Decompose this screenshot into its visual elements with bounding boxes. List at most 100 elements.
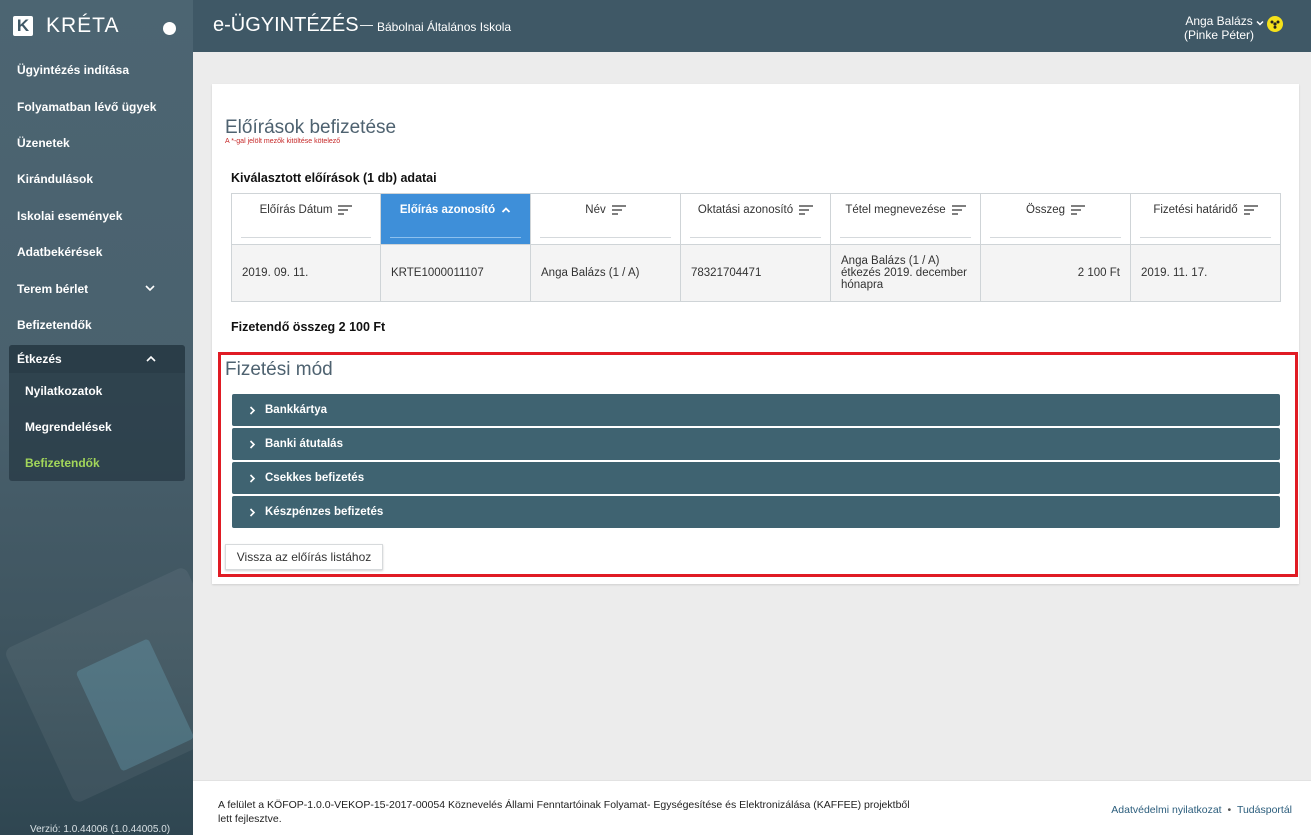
footer-link-separator: •: [1227, 804, 1232, 816]
column-filter-input[interactable]: [690, 237, 821, 238]
required-fields-note: A *-gal jelölt mezők kitöltése kötelező: [225, 138, 341, 145]
cell-name: Anga Balázs (1 / A): [530, 244, 681, 302]
filter-lines-icon[interactable]: [1243, 205, 1258, 215]
sidebar-group-header-catering[interactable]: Étkezés: [9, 345, 185, 374]
column-label: Név: [585, 204, 606, 216]
user-sub-name: (Pinke Péter): [1184, 28, 1255, 42]
sidebar-item-new-case[interactable]: Ügyintézés indítása: [0, 52, 193, 88]
column-filter-input[interactable]: [241, 237, 371, 238]
total-label: Fizetendő összeg: [231, 320, 336, 334]
chevron-right-icon: [248, 507, 257, 517]
sidebar-nav: Ügyintézés indítása Folyamatban lévő ügy…: [0, 52, 193, 482]
column-filter-input[interactable]: [990, 237, 1121, 238]
column-header-amount[interactable]: Összeg: [980, 193, 1131, 245]
sidebar-item-room-rental[interactable]: Terem bérlet: [0, 270, 193, 306]
sidebar-item-label: Iskolai események: [17, 208, 123, 223]
cell-deadline: 2019. 11. 17.: [1130, 244, 1281, 302]
brand[interactable]: K KRÉTA: [0, 0, 193, 52]
version-text: Verzió: 1.0.44006 (1.0.44005.0): [30, 824, 171, 835]
page-title: Előírások befizetése: [225, 117, 397, 138]
sidebar: K KRÉTA Ügyintézés indítása Folyamatban …: [0, 0, 193, 835]
column-filter-input[interactable]: [390, 237, 521, 238]
column-label: Tétel megnevezése: [845, 204, 946, 216]
sidebar-group-label: Étkezés: [17, 352, 62, 367]
column-header-name[interactable]: Név: [530, 193, 681, 245]
filter-lines-icon[interactable]: [1071, 205, 1085, 215]
school-name: Bábolnai Általános Iskola: [377, 20, 512, 34]
sidebar-subitem-payables[interactable]: Befizetendők: [9, 445, 185, 481]
sidebar-item-label: Befizetendők: [17, 317, 92, 332]
column-filter-input[interactable]: [840, 237, 971, 238]
column-label: Összeg: [1026, 204, 1065, 216]
sidebar-item-label: Adatbekérések: [17, 245, 103, 260]
table-row[interactable]: 2019. 09. 11. KRTE1000011107 Anga Balázs…: [231, 244, 1281, 302]
cell-edu-id: 78321704471: [680, 244, 831, 302]
sidebar-subitem-declarations[interactable]: Nyilatkozatok: [9, 373, 185, 409]
sidebar-item-label: Folyamatban lévő ügyek: [17, 99, 157, 114]
column-header-id[interactable]: Előírás azonosító: [380, 193, 531, 245]
sidebar-subitem-label: Nyilatkozatok: [25, 384, 103, 399]
privacy-link[interactable]: Adatvédelmi nyilatkozat: [1111, 804, 1221, 816]
sidebar-item-label: Kirándulások: [17, 172, 94, 187]
column-label: Előírás Dátum: [259, 204, 333, 216]
cell-amount: 2 100 Ft: [980, 244, 1131, 302]
sidebar-item-label: Ügyintézés indítása: [17, 63, 130, 78]
sidebar-toggle-icon[interactable]: [163, 22, 176, 35]
user-menu[interactable]: Anga Balázs (Pinke Péter): [1184, 14, 1254, 42]
column-header-deadline[interactable]: Fizetési határidő: [1130, 193, 1281, 245]
top-header: e-ÜGYINTÉZÉS — Bábolnai Általános Iskola…: [193, 0, 1311, 52]
sidebar-item-cases-in-progress[interactable]: Folyamatban lévő ügyek: [0, 88, 193, 124]
sidebar-item-payables[interactable]: Befizetendők: [0, 307, 193, 343]
user-name: Anga Balázs: [1185, 14, 1253, 28]
cell-id: KRTE1000011107: [380, 244, 531, 302]
filter-lines-icon[interactable]: [611, 205, 626, 215]
accessibility-icon[interactable]: [1267, 16, 1283, 32]
footer-text: A felület a KÖFOP-1.0.0-VEKOP-15-2017-00…: [218, 799, 910, 825]
filter-lines-icon[interactable]: [338, 205, 353, 215]
column-label: Fizetési határidő: [1153, 204, 1238, 216]
column-filter-input[interactable]: [1140, 237, 1271, 238]
knowledge-portal-link[interactable]: Tudásportál: [1237, 804, 1292, 816]
column-filter-input[interactable]: [540, 237, 671, 238]
total-value: 2 100 Ft: [338, 320, 386, 334]
back-to-list-button[interactable]: Vissza az előírás listához: [225, 544, 383, 570]
column-header-item[interactable]: Tétel megnevezése: [830, 193, 981, 245]
payment-method-cash[interactable]: Készpénzes befizetés: [232, 496, 1280, 528]
footer-links: Adatvédelmi nyilatkozat • Tudásportál: [1111, 804, 1292, 816]
selected-items-title: Kiválasztott előírások (1 db) adatai: [231, 171, 437, 185]
chevron-down-icon[interactable]: [1255, 18, 1265, 28]
sidebar-item-label: Üzenetek: [17, 135, 70, 150]
cell-date: 2019. 09. 11.: [231, 244, 381, 302]
sidebar-item-messages[interactable]: Üzenetek: [0, 125, 193, 161]
payment-method-card[interactable]: Bankkártya: [232, 394, 1280, 426]
kreta-logo-icon: K: [13, 16, 33, 36]
chevron-up-icon: [145, 353, 157, 365]
payment-method-cheque[interactable]: Csekkes befizetés: [232, 462, 1280, 494]
chevron-down-icon: [144, 282, 156, 294]
sidebar-item-label: Terem bérlet: [17, 281, 89, 296]
column-header-edu-id[interactable]: Oktatási azonosító: [680, 193, 831, 245]
payment-method-label: Banki átutalás: [265, 438, 343, 450]
brand-name: KRÉTA: [46, 14, 120, 37]
sidebar-subitem-label: Megrendelések: [25, 420, 112, 435]
column-label: Oktatási azonosító: [697, 204, 794, 216]
filter-lines-icon[interactable]: [799, 205, 814, 215]
footer: A felület a KÖFOP-1.0.0-VEKOP-15-2017-00…: [193, 780, 1311, 835]
table-header-row: Előírás Dátum Előírás azonosító Név Okta…: [231, 193, 1281, 245]
total-amount: Fizetendő összeg 2 100 Ft: [231, 320, 385, 334]
payment-method-label: Bankkártya: [265, 404, 328, 416]
chevron-right-icon: [248, 473, 257, 483]
sidebar-item-school-events[interactable]: Iskolai események: [0, 198, 193, 234]
payment-method-label: Csekkes befizetés: [265, 472, 365, 484]
column-header-date[interactable]: Előírás Dátum: [231, 193, 381, 245]
filter-lines-icon[interactable]: [951, 205, 966, 215]
sort-ascending-icon[interactable]: [501, 205, 511, 215]
payment-method-bank-transfer[interactable]: Banki átutalás: [232, 428, 1280, 460]
title-separator: —: [360, 17, 373, 32]
cell-item: Anga Balázs (1 / A) étkezés 2019. decemb…: [830, 244, 981, 302]
selected-items-table: Előírás Dátum Előírás azonosító Név Okta…: [231, 193, 1281, 302]
sidebar-item-data-requests[interactable]: Adatbekérések: [0, 234, 193, 270]
app-title: e-ÜGYINTÉZÉS: [213, 14, 359, 36]
sidebar-subitem-orders[interactable]: Megrendelések: [9, 409, 185, 445]
sidebar-item-excursions[interactable]: Kirándulások: [0, 161, 193, 197]
